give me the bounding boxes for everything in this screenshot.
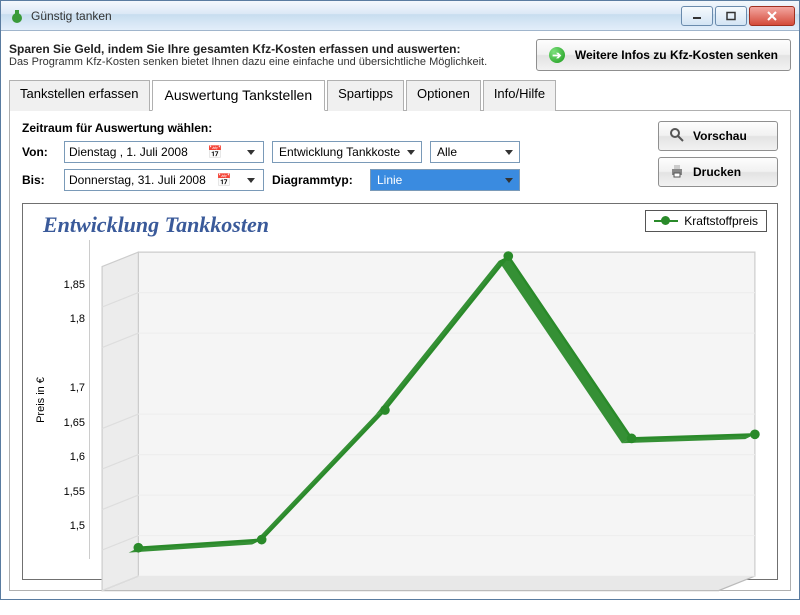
date-from-value: Dienstag , 1. Juli 2008 xyxy=(69,145,188,159)
metric-combo[interactable]: Entwicklung Tankkoste xyxy=(272,141,422,163)
right-buttons: Vorschau Drucken xyxy=(658,121,778,197)
metric-value: Entwicklung Tankkoste xyxy=(279,145,400,159)
y-tick: 1,65 xyxy=(64,417,85,429)
window-buttons xyxy=(679,6,795,26)
y-tick: 1,85 xyxy=(64,279,85,291)
calendar-icon: 📅 xyxy=(207,145,223,159)
app-window: Günstig tanken Sparen Sie Geld, indem Si… xyxy=(0,0,800,600)
chevron-down-icon xyxy=(403,143,419,161)
filter-value: Alle xyxy=(437,145,457,159)
tab-spartipps[interactable]: Spartipps xyxy=(327,80,404,111)
header-row: Sparen Sie Geld, indem Sie Ihre gesamten… xyxy=(9,39,791,71)
printer-icon xyxy=(669,163,685,182)
print-button[interactable]: Drucken xyxy=(658,157,778,187)
chart-panel: Entwicklung Tankkosten Kraftstoffpreis P… xyxy=(22,203,778,580)
y-tick: 1,5 xyxy=(70,520,85,532)
minimize-button[interactable] xyxy=(681,6,713,26)
window-title: Günstig tanken xyxy=(31,9,679,23)
arrow-right-icon: ➔ xyxy=(549,47,565,63)
y-tick: 1,6 xyxy=(70,451,85,463)
charttype-value: Linie xyxy=(377,173,402,187)
chevron-down-icon xyxy=(501,171,517,189)
app-icon xyxy=(9,8,25,24)
close-button[interactable] xyxy=(749,6,795,26)
timerange-label: Zeitraum für Auswertung wählen: xyxy=(22,121,520,135)
chevron-down-icon xyxy=(243,143,259,161)
diagrammtyp-label: Diagrammtyp: xyxy=(272,173,362,187)
header-bold: Sparen Sie Geld, indem Sie Ihre gesamten… xyxy=(9,42,528,56)
tab-bar: Tankstellen erfassen Auswertung Tankstel… xyxy=(9,79,791,111)
more-info-label: Weitere Infos zu Kfz-Kosten senken xyxy=(575,48,778,62)
chevron-down-icon xyxy=(501,143,517,161)
legend-label: Kraftstoffpreis xyxy=(684,214,758,228)
print-label: Drucken xyxy=(693,165,741,179)
chevron-down-icon xyxy=(243,171,259,189)
row-von: Von: Dienstag , 1. Juli 2008 📅 Entwicklu… xyxy=(22,141,520,163)
maximize-button[interactable] xyxy=(715,6,747,26)
charttype-combo[interactable]: Linie xyxy=(370,169,520,191)
tab-info[interactable]: Info/Hilfe xyxy=(483,80,556,111)
y-tick: 1,55 xyxy=(64,486,85,498)
controls-left: Zeitraum für Auswertung wählen: Von: Die… xyxy=(22,121,520,197)
y-tick: 1,8 xyxy=(70,313,85,325)
tab-auswertung[interactable]: Auswertung Tankstellen xyxy=(152,80,326,111)
filter-combo[interactable]: Alle xyxy=(430,141,520,163)
row-bis: Bis: Donnerstag, 31. Juli 2008 📅 Diagram… xyxy=(22,169,520,191)
tab-erfassen[interactable]: Tankstellen erfassen xyxy=(9,80,150,111)
y-axis-label: Preis in € xyxy=(33,240,49,559)
von-label: Von: xyxy=(22,145,56,159)
calendar-icon: 📅 xyxy=(216,173,232,187)
legend-marker xyxy=(654,220,678,222)
bis-label: Bis: xyxy=(22,173,56,187)
date-to-value: Donnerstag, 31. Juli 2008 xyxy=(69,173,206,187)
tab-optionen[interactable]: Optionen xyxy=(406,80,481,111)
plot-area xyxy=(89,240,767,559)
y-axis-ticks: 1,5 1,55 1,6 1,65 1,7 1,8 1,85 xyxy=(49,240,89,559)
tab-body: Zeitraum für Auswertung wählen: Von: Die… xyxy=(9,111,791,591)
header-sub: Das Programm Kfz-Kosten senken bietet Ih… xyxy=(9,56,528,68)
chart-legend: Kraftstoffpreis xyxy=(645,210,767,232)
more-info-button[interactable]: ➔ Weitere Infos zu Kfz-Kosten senken xyxy=(536,39,791,71)
plot-row: Preis in € 1,5 1,55 1,6 1,65 1,7 1,8 1,85 xyxy=(33,240,767,559)
header-text: Sparen Sie Geld, indem Sie Ihre gesamten… xyxy=(9,42,528,68)
content-area: Sparen Sie Geld, indem Sie Ihre gesamten… xyxy=(1,31,799,599)
chart-svg xyxy=(90,240,767,615)
preview-button[interactable]: Vorschau xyxy=(658,121,778,151)
y-tick: 1,7 xyxy=(70,382,85,394)
magnifier-icon xyxy=(669,127,685,146)
title-bar: Günstig tanken xyxy=(1,1,799,31)
controls-area: Zeitraum für Auswertung wählen: Von: Die… xyxy=(22,121,778,197)
preview-label: Vorschau xyxy=(693,129,747,143)
date-from-input[interactable]: Dienstag , 1. Juli 2008 📅 xyxy=(64,141,264,163)
date-to-input[interactable]: Donnerstag, 31. Juli 2008 📅 xyxy=(64,169,264,191)
